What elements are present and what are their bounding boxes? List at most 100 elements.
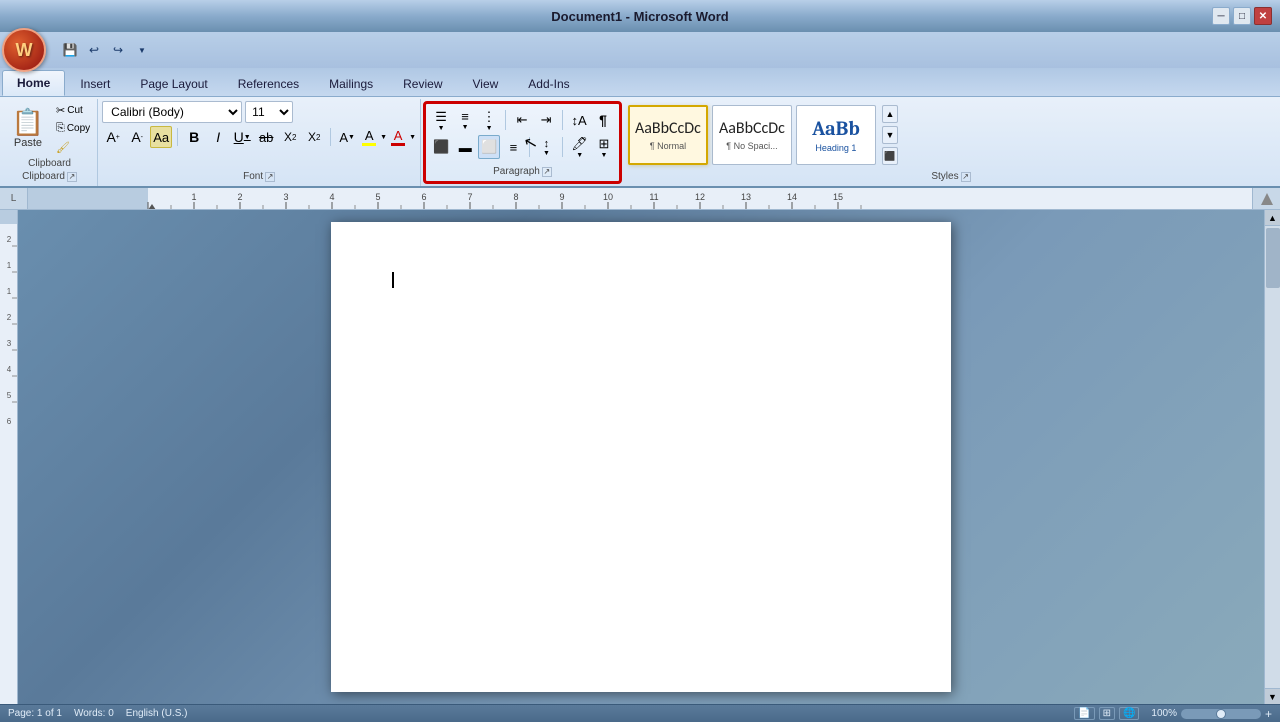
- language-status: English (U.S.): [126, 708, 188, 719]
- copy-button[interactable]: ⎘Copy: [53, 120, 93, 137]
- tab-pagelayout[interactable]: Page Layout: [125, 70, 222, 96]
- scroll-down-button[interactable]: ▼: [1265, 688, 1280, 704]
- bold-button[interactable]: B: [183, 126, 205, 148]
- ruler-scale: 1 2 3 4 5 6 7 8 9 10 11 12 13 1: [28, 188, 1280, 209]
- group-sep-1: [505, 110, 506, 130]
- close-btn[interactable]: ✕: [1254, 7, 1272, 25]
- svg-text:6: 6: [421, 192, 426, 202]
- subscript-button[interactable]: X2: [279, 126, 301, 148]
- svg-text:2: 2: [7, 313, 12, 322]
- multilevel-list-button[interactable]: ⋮▼: [478, 108, 500, 132]
- save-qa-btn[interactable]: 💾: [60, 40, 80, 60]
- office-button[interactable]: W: [2, 28, 46, 72]
- font-color-button[interactable]: A: [389, 126, 407, 148]
- vertical-scrollbar[interactable]: ▲ ▼: [1264, 210, 1280, 704]
- increase-indent-button[interactable]: ⇥: [535, 108, 557, 132]
- superscript-button[interactable]: X2: [303, 126, 325, 148]
- clipboard-expand-icon[interactable]: ↗: [67, 172, 77, 182]
- underline-button[interactable]: U▼: [231, 126, 253, 148]
- styles-group-label: Styles: [931, 171, 958, 182]
- strikethrough-button[interactable]: ab: [255, 126, 277, 148]
- styles-group: AaBbCcDc ¶ Normal AaBbCcDc ¶ No Spaci...…: [624, 99, 1278, 186]
- heading1-style-preview[interactable]: AaBb Heading 1: [796, 105, 876, 165]
- line-spacing-button[interactable]: ↕▼: [535, 135, 557, 159]
- normal-style-preview[interactable]: AaBbCcDc ¶ Normal: [628, 105, 708, 165]
- tab-addins[interactable]: Add-Ins: [513, 70, 584, 96]
- change-case-button[interactable]: Aa: [150, 126, 172, 148]
- styles-scroll-down[interactable]: ▼: [882, 126, 898, 144]
- svg-text:15: 15: [833, 192, 843, 202]
- redo-qa-btn[interactable]: ↪: [108, 40, 128, 60]
- scroll-thumb[interactable]: [1266, 228, 1280, 288]
- nospacing-style-text: AaBbCcDc: [719, 119, 785, 138]
- svg-text:6: 6: [7, 417, 12, 426]
- tab-home[interactable]: Home: [2, 70, 65, 96]
- view-web-btn[interactable]: 🌐: [1119, 707, 1139, 720]
- normal-style-label: ¶ Normal: [650, 141, 686, 151]
- tab-mailings[interactable]: Mailings: [314, 70, 388, 96]
- svg-text:13: 13: [741, 192, 751, 202]
- font-shrink-button[interactable]: A-: [126, 126, 148, 148]
- normal-style-text: AaBbCcDc: [635, 119, 701, 138]
- undo-qa-btn[interactable]: ↩: [84, 40, 104, 60]
- restore-btn[interactable]: □: [1233, 7, 1251, 25]
- tab-insert[interactable]: Insert: [65, 70, 125, 96]
- decrease-indent-button[interactable]: ⇤: [511, 108, 533, 132]
- numbering-button[interactable]: ≡▼: [454, 108, 476, 132]
- align-left-button[interactable]: ⬛: [430, 135, 452, 159]
- scroll-up-button[interactable]: ▲: [1265, 210, 1280, 226]
- font-size-select[interactable]: 11: [245, 101, 293, 123]
- styles-scroll-up[interactable]: ▲: [882, 105, 898, 123]
- paragraph-bottom-row: ⬛ ▬ ⬜ ≡ ↕▼ 🖊▼ ⊞▼: [430, 135, 615, 159]
- sort-button[interactable]: ↕A: [568, 108, 590, 132]
- qa-dropdown-btn[interactable]: ▼: [132, 40, 152, 60]
- svg-text:8: 8: [513, 192, 518, 202]
- view-fullscreen-btn[interactable]: ⊞: [1099, 707, 1115, 720]
- svg-text:2: 2: [7, 235, 12, 244]
- ruler: L 1 2 3 4 5 6 7 8 9 10: [0, 188, 1280, 210]
- office-logo-icon: W: [16, 40, 33, 61]
- minimize-btn[interactable]: ─: [1212, 7, 1230, 25]
- styles-expand-icon[interactable]: ↗: [961, 172, 971, 182]
- paragraph-group-label: Paragraph: [493, 166, 540, 177]
- highlight-dropdown-arrow[interactable]: ▼: [380, 134, 387, 141]
- page-status: Page: 1 of 1: [8, 708, 62, 719]
- zoom-in-btn[interactable]: +: [1265, 707, 1272, 721]
- text-effects-button[interactable]: A▼: [336, 126, 358, 148]
- borders-button[interactable]: ⊞▼: [593, 135, 615, 159]
- font-grow-button[interactable]: A+: [102, 126, 124, 148]
- highlight-color-button[interactable]: A: [360, 126, 378, 148]
- underline-dropdown-arrow[interactable]: ▼: [244, 134, 251, 141]
- text-cursor: [392, 272, 394, 288]
- align-center-button[interactable]: ▬: [454, 135, 476, 159]
- show-formatting-button[interactable]: ¶: [592, 108, 614, 132]
- svg-text:1: 1: [7, 287, 12, 296]
- vertical-ruler: 2 1 1 2 3 4 5 6: [0, 210, 18, 704]
- tab-review[interactable]: Review: [388, 70, 457, 96]
- cut-button[interactable]: ✂Cut: [53, 102, 93, 119]
- svg-text:1: 1: [191, 192, 196, 202]
- styles-more-button[interactable]: ⬛: [882, 147, 898, 165]
- shading-button[interactable]: 🖊▼: [568, 135, 591, 159]
- fontcolor-dropdown-arrow[interactable]: ▼: [409, 134, 416, 141]
- font-expand-icon[interactable]: ↗: [265, 172, 275, 182]
- paragraph-expand-icon[interactable]: ↗: [542, 167, 552, 177]
- paragraph-group: ☰▼ ≡▼ ⋮▼ ⇤ ⇥ ↕A ¶ ⬛ ▬ ⬜ ≡ ↕▼ 🖊▼ ⊞▼ Parag…: [423, 101, 622, 184]
- format-painter-icon: 🖌: [56, 141, 70, 154]
- align-right-button[interactable]: ⬜: [478, 135, 500, 159]
- document-page[interactable]: [331, 222, 951, 692]
- tab-references[interactable]: References: [223, 70, 314, 96]
- font-name-select[interactable]: Calibri (Body): [102, 101, 242, 123]
- group-sep-3: [529, 137, 530, 157]
- justify-button[interactable]: ≡: [502, 135, 524, 159]
- ribbon-content: 📋 Paste ✂Cut ⎘Copy 🖌 Clipboard Clipboard…: [0, 96, 1280, 188]
- view-print-btn[interactable]: 📄: [1074, 707, 1094, 720]
- format-painter-button[interactable]: 🖌: [53, 139, 93, 156]
- zoom-slider[interactable]: [1181, 709, 1261, 719]
- tab-view[interactable]: View: [458, 70, 514, 96]
- nospacing-style-preview[interactable]: AaBbCcDc ¶ No Spaci...: [712, 105, 792, 165]
- bullets-button[interactable]: ☰▼: [430, 108, 452, 132]
- paste-button[interactable]: 📋 Paste: [6, 101, 50, 157]
- italic-button[interactable]: I: [207, 126, 229, 148]
- ruler-corner[interactable]: L: [0, 188, 28, 210]
